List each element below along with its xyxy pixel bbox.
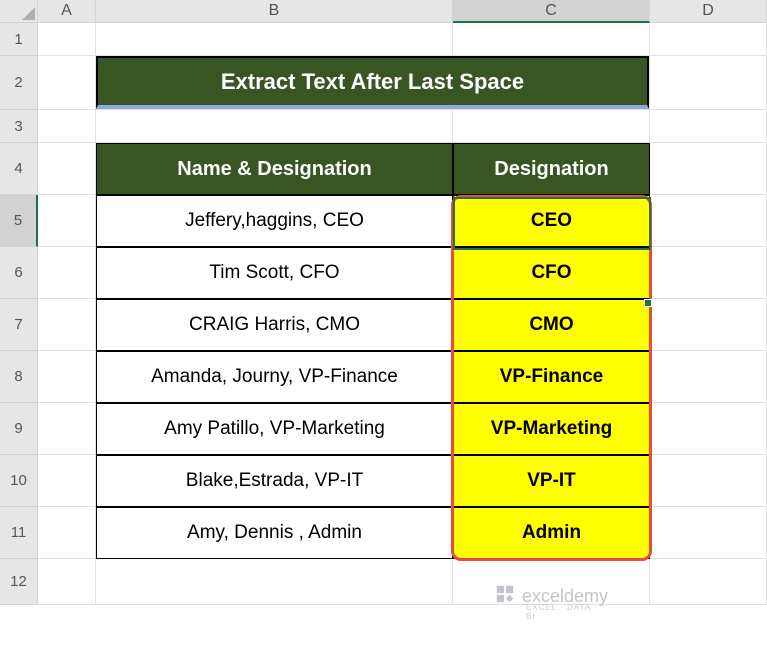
title-cell[interactable]: Extract Text After Last Space <box>96 56 650 110</box>
cell-A7[interactable] <box>38 299 96 351</box>
cell-B7[interactable]: CRAIG Harris, CMO <box>96 299 453 351</box>
cell-A4[interactable] <box>38 143 96 195</box>
col-header-A[interactable]: A <box>38 0 96 23</box>
watermark: exceldemy EXCEL · DATA · BI <box>494 583 608 610</box>
row-header-3[interactable]: 3 <box>0 110 38 143</box>
cell-A12[interactable] <box>38 559 96 605</box>
cell-D4[interactable] <box>650 143 767 195</box>
cell-C10[interactable]: VP-IT <box>453 455 650 507</box>
cell-B12[interactable] <box>96 559 453 605</box>
cell-B5[interactable]: Jeffery,haggins, CEO <box>96 195 453 247</box>
fill-handle[interactable] <box>644 299 652 307</box>
cell-A5[interactable] <box>38 195 96 247</box>
row-header-1[interactable]: 1 <box>0 23 38 56</box>
cell-A2[interactable] <box>38 56 96 110</box>
col-header-D[interactable]: D <box>650 0 767 23</box>
cell-C1[interactable] <box>453 23 650 56</box>
select-all-corner[interactable] <box>0 0 38 23</box>
cell-A8[interactable] <box>38 351 96 403</box>
cell-D10[interactable] <box>650 455 767 507</box>
watermark-subtext: EXCEL · DATA · BI <box>526 603 608 621</box>
cell-A6[interactable] <box>38 247 96 299</box>
col-header-C[interactable]: C <box>453 0 650 23</box>
row-header-11[interactable]: 11 <box>0 507 38 559</box>
cell-D7[interactable] <box>650 299 767 351</box>
cell-C11[interactable]: Admin <box>453 507 650 559</box>
row-header-12[interactable]: 12 <box>0 559 38 605</box>
cell-D12[interactable] <box>650 559 767 605</box>
cell-B10[interactable]: Blake,Estrada, VP-IT <box>96 455 453 507</box>
logo-icon <box>494 583 516 610</box>
cell-D5[interactable] <box>650 195 767 247</box>
table-header-designation[interactable]: Designation <box>453 143 650 195</box>
cell-B9[interactable]: Amy Patillo, VP-Marketing <box>96 403 453 455</box>
cell-B1[interactable] <box>96 23 453 56</box>
cell-A10[interactable] <box>38 455 96 507</box>
cell-C9[interactable]: VP-Marketing <box>453 403 650 455</box>
row-header-6[interactable]: 6 <box>0 247 38 299</box>
cell-D1[interactable] <box>650 23 767 56</box>
cell-A9[interactable] <box>38 403 96 455</box>
cell-A11[interactable] <box>38 507 96 559</box>
cell-A3[interactable] <box>38 110 96 143</box>
cell-C8[interactable]: VP-Finance <box>453 351 650 403</box>
cell-B8[interactable]: Amanda, Journy, VP-Finance <box>96 351 453 403</box>
cell-A1[interactable] <box>38 23 96 56</box>
cell-D9[interactable] <box>650 403 767 455</box>
row-header-7[interactable]: 7 <box>0 299 38 351</box>
cell-B3[interactable] <box>96 110 453 143</box>
cell-B6[interactable]: Tim Scott, CFO <box>96 247 453 299</box>
cell-D6[interactable] <box>650 247 767 299</box>
row-header-2[interactable]: 2 <box>0 56 38 110</box>
cell-C5[interactable]: CEO <box>453 195 650 247</box>
page-title: Extract Text After Last Space <box>96 56 649 109</box>
cell-C6[interactable]: CFO <box>453 247 650 299</box>
table-header-name[interactable]: Name & Designation <box>96 143 453 195</box>
cell-D2[interactable] <box>650 56 767 110</box>
cell-B11[interactable]: Amy, Dennis , Admin <box>96 507 453 559</box>
cell-C7[interactable]: CMO <box>453 299 650 351</box>
row-header-9[interactable]: 9 <box>0 403 38 455</box>
cell-D8[interactable] <box>650 351 767 403</box>
row-header-10[interactable]: 10 <box>0 455 38 507</box>
row-header-8[interactable]: 8 <box>0 351 38 403</box>
row-header-4[interactable]: 4 <box>0 143 38 195</box>
row-header-5[interactable]: 5 <box>0 195 38 247</box>
cell-D3[interactable] <box>650 110 767 143</box>
cell-D11[interactable] <box>650 507 767 559</box>
col-header-B[interactable]: B <box>96 0 453 23</box>
cell-C3[interactable] <box>453 110 650 143</box>
